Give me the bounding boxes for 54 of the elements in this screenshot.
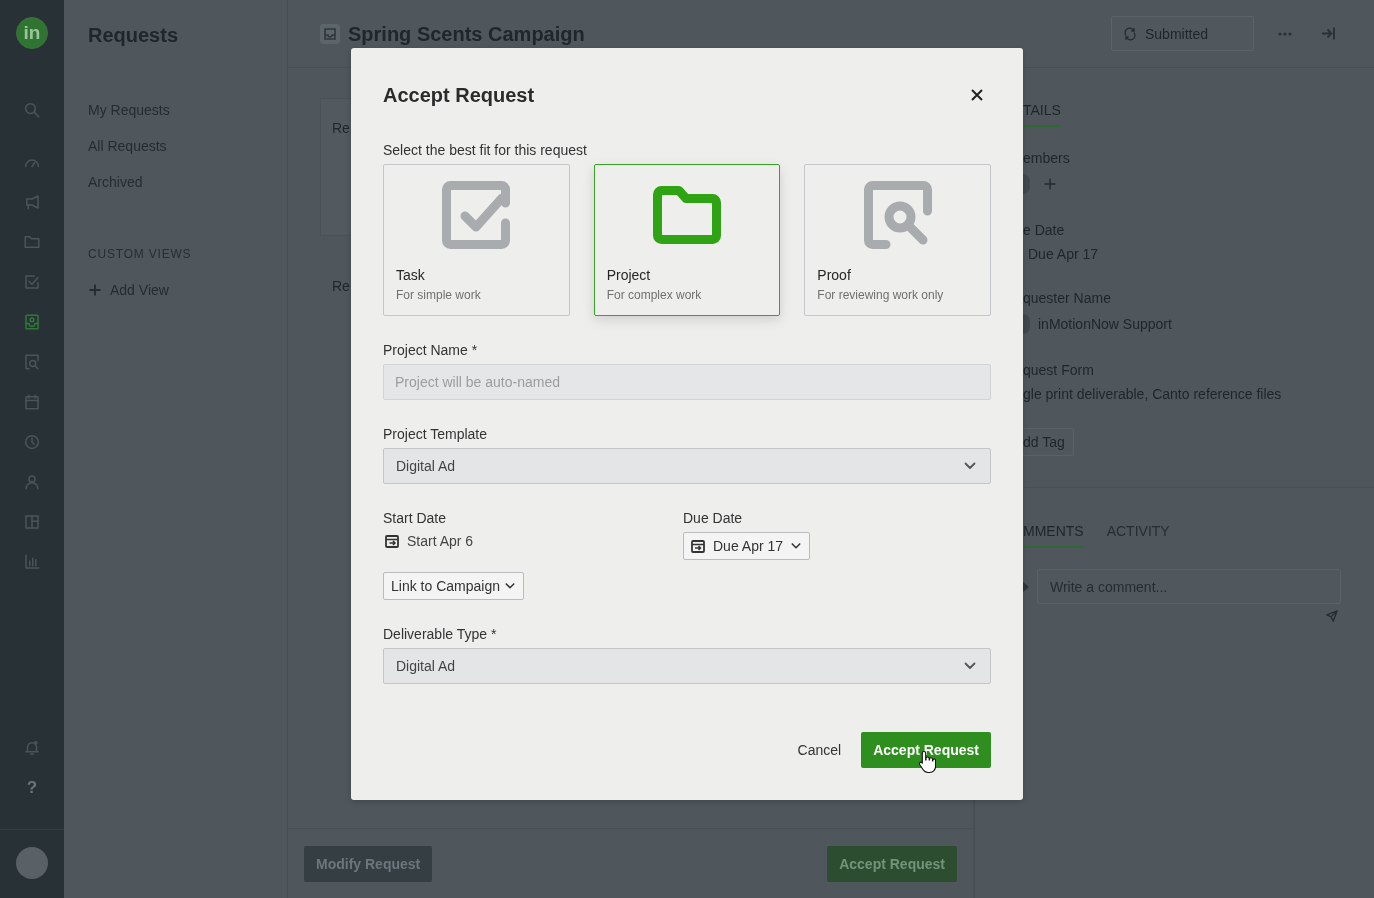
campaign-dropdown-button[interactable]: Link to Campaign — [383, 572, 524, 600]
plus-icon[interactable] — [1044, 178, 1056, 190]
start-date-text: Start Apr 6 — [407, 532, 474, 550]
checkbox-icon[interactable] — [23, 273, 41, 291]
chevron-down-icon — [504, 581, 515, 591]
field-label: Start Date — [383, 509, 447, 527]
document-search-icon — [863, 181, 932, 249]
request-type-option[interactable]: Task For simple work — [383, 164, 570, 316]
calendar-icon — [691, 539, 705, 553]
person-icon[interactable] — [23, 473, 41, 491]
due-date-button[interactable]: Due Apr 17 — [683, 532, 811, 560]
document-search-icon[interactable] — [23, 353, 41, 371]
select-field[interactable]: Digital Ad — [383, 648, 991, 684]
user-avatar[interactable] — [16, 847, 48, 879]
search-icon[interactable] — [23, 101, 41, 119]
select-field[interactable]: Digital Ad — [383, 448, 991, 484]
close-icon[interactable] — [971, 89, 983, 101]
inbox-icon[interactable] — [23, 313, 41, 331]
clock-icon[interactable] — [23, 433, 41, 451]
calendar-icon[interactable] — [23, 393, 41, 411]
collapse-panel-icon[interactable] — [1321, 27, 1335, 40]
accept-button[interactable]: Accept Request — [861, 732, 991, 768]
request-type-option[interactable]: Proof For reviewing work only — [804, 164, 991, 316]
app-logo[interactable]: in — [16, 17, 48, 49]
prompt-text: Select the best fit for this request — [383, 141, 587, 159]
chevron-down-icon — [791, 541, 802, 551]
cancel-button[interactable]: Cancel — [797, 741, 842, 759]
chevron-down-icon — [964, 460, 976, 472]
inbox-icon — [320, 23, 340, 44]
folder-icon[interactable] — [23, 233, 41, 251]
field-label: Due Date — [683, 509, 743, 527]
dialog-title: Accept Request — [383, 83, 535, 107]
more-icon[interactable] — [1278, 31, 1292, 36]
bar-chart-icon[interactable] — [23, 553, 41, 571]
send-icon[interactable] — [1326, 610, 1338, 622]
bell-icon[interactable] — [23, 739, 41, 757]
checkbox-icon — [442, 181, 511, 249]
field-label: Project Name * — [383, 341, 478, 359]
field-label: Deliverable Type * — [383, 625, 497, 643]
request-type-option[interactable]: Project For complex work — [593, 164, 781, 316]
plus-icon — [89, 284, 101, 296]
calendar-icon — [385, 534, 399, 548]
avatar-icon — [1023, 174, 1030, 194]
layout-icon[interactable] — [23, 513, 41, 531]
field-label: Project Template — [383, 425, 487, 443]
sync-icon — [1123, 26, 1137, 41]
project-name-field[interactable]: Project will be auto-named — [383, 364, 991, 400]
folder-icon — [653, 186, 721, 244]
chevron-down-icon — [964, 660, 976, 672]
modify-button[interactable]: Modify Request — [304, 845, 433, 882]
help-icon[interactable]: ? — [26, 778, 38, 798]
avatar-icon — [1023, 314, 1030, 334]
megaphone-icon[interactable] — [23, 193, 41, 211]
accept-button[interactable]: Accept Request — [827, 845, 957, 882]
